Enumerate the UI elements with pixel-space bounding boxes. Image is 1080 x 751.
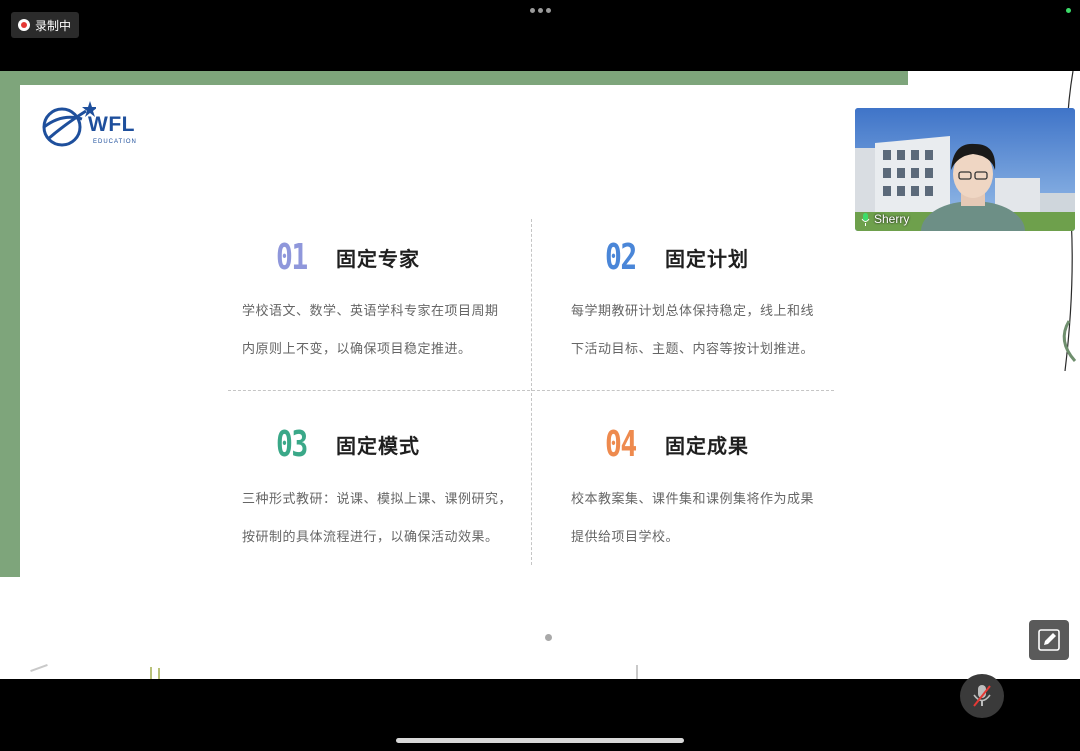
- quadrant-text-line: 提供给项目学校。: [571, 530, 680, 545]
- quadrant-fixed-plan: 02 固定计划: [605, 235, 895, 279]
- recording-icon: [18, 19, 30, 31]
- more-options-icon[interactable]: [530, 8, 551, 13]
- logo-text: WFL: [88, 113, 135, 136]
- quadrant-number: 04: [605, 423, 637, 465]
- recording-badge[interactable]: 录制中: [11, 12, 79, 38]
- participant-name: Sherry: [874, 212, 910, 226]
- microphone-active-icon: [861, 212, 870, 226]
- mute-microphone-button[interactable]: [960, 674, 1004, 718]
- quadrant-fixed-experts-text: 学校语文、数学、英语学科专家在项目周期 内原则上不变，以确保项目稳定推进。: [242, 279, 522, 369]
- horizontal-divider: [228, 390, 834, 391]
- decorative-plant: [636, 665, 638, 679]
- logo-subtext: EDUCATION: [93, 139, 137, 145]
- decorative-plant: [30, 663, 48, 673]
- slide-top-accent-bar: [0, 71, 908, 85]
- quadrant-fixed-results: 04 固定成果: [605, 422, 895, 466]
- quadrant-text-line: 按研制的具体流程进行，以确保活动效果。: [242, 530, 499, 545]
- pen-edit-icon: [1038, 629, 1060, 651]
- annotate-button[interactable]: [1029, 620, 1069, 660]
- quadrant-text-line: 下活动目标、主题、内容等按计划推进。: [571, 342, 815, 357]
- quadrant-number: 02: [605, 236, 637, 278]
- quadrant-fixed-mode: 03 固定模式: [276, 422, 566, 466]
- camera-indicator-icon: [1066, 8, 1071, 13]
- quadrant-text-line: 每学期教研计划总体保持稳定，线上和线: [571, 304, 815, 319]
- quadrant-fixed-experts: 01 固定专家: [276, 235, 566, 279]
- slide-left-accent-bar: [0, 71, 20, 577]
- quadrant-text-line: 三种形式教研：说课、模拟上课、课例研究，: [242, 492, 513, 507]
- quadrant-fixed-mode-text: 三种形式教研：说课、模拟上课、课例研究， 按研制的具体流程进行，以确保活动效果。: [242, 467, 522, 557]
- microphone-muted-icon: [973, 685, 991, 707]
- quadrant-title: 固定计划: [665, 246, 749, 271]
- decorative-plant: [158, 668, 160, 679]
- participant-label: Sherry: [861, 212, 909, 226]
- quadrant-title: 固定成果: [665, 433, 749, 458]
- quadrant-title: 固定模式: [336, 433, 420, 458]
- quadrant-text-line: 内原则上不变，以确保项目稳定推进。: [242, 342, 472, 357]
- recording-label: 录制中: [35, 18, 72, 33]
- decorative-plant: [150, 667, 152, 679]
- quadrant-title: 固定专家: [336, 246, 420, 271]
- quadrant-number: 01: [276, 236, 308, 278]
- participant-video-tile[interactable]: Sherry: [855, 108, 1075, 231]
- quadrant-fixed-results-text: 校本教案集、课件集和课例集将作为成果 提供给项目学校。: [571, 467, 851, 557]
- quadrant-text-line: 校本教案集、课件集和课例集将作为成果: [571, 492, 815, 507]
- slide-page-indicator[interactable]: [545, 634, 552, 641]
- quadrant-number: 03: [276, 423, 308, 465]
- quadrant-text-line: 学校语文、数学、英语学科专家在项目周期: [242, 304, 499, 319]
- home-indicator-bar[interactable]: [396, 738, 684, 743]
- wfl-logo: WFL EDUCATION: [38, 99, 148, 151]
- quadrant-fixed-plan-text: 每学期教研计划总体保持稳定，线上和线 下活动目标、主题、内容等按计划推进。: [571, 279, 851, 369]
